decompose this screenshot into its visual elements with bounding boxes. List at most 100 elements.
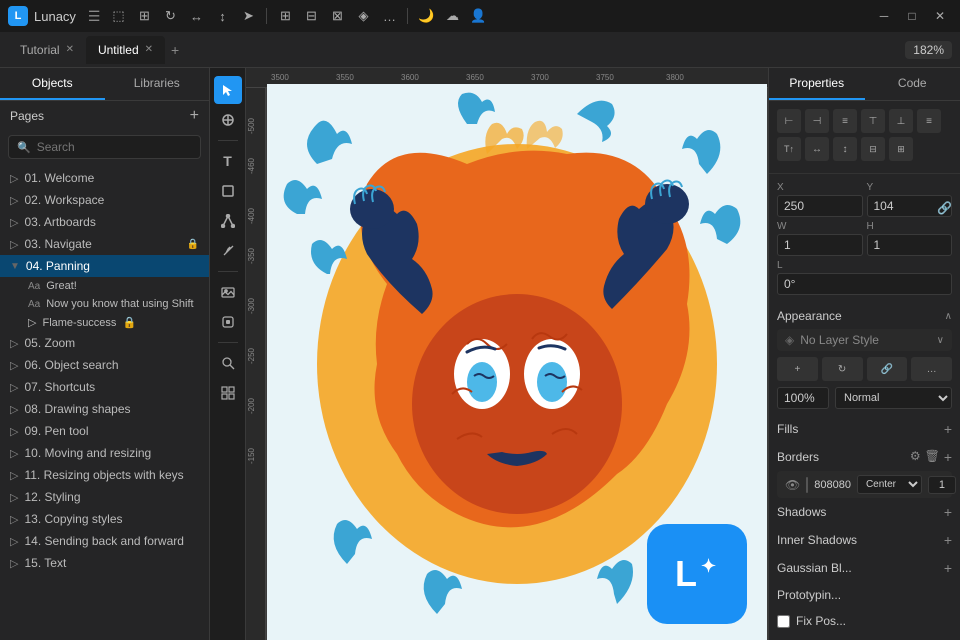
page-item[interactable]: ▷ 08. Drawing shapes [0, 398, 209, 420]
minimize-button[interactable]: ─ [872, 4, 896, 28]
x-input[interactable] [777, 195, 863, 217]
align-center-h-button[interactable]: ⊣ [805, 109, 829, 133]
align-right-button[interactable]: ≡ [833, 109, 857, 133]
page-item[interactable]: ▷ 06. Object search [0, 354, 209, 376]
borders-delete-icon[interactable]: 🗑 [925, 449, 940, 465]
shadows-add-button[interactable]: + [944, 504, 952, 520]
border-color-row[interactable]: 👁 808080 Center Inside Outside [777, 471, 952, 498]
tb-more-icon[interactable]: … [377, 4, 401, 28]
align-dist-v-button[interactable]: ⊞ [889, 137, 913, 161]
borders-settings-icon[interactable]: ⚙ [910, 449, 921, 465]
layer-style-chevron-icon[interactable]: ∨ [937, 335, 944, 346]
page-item[interactable]: ▷ 03. Navigate 🔒 [0, 233, 209, 255]
align-bottom-button[interactable]: ≡ [917, 109, 941, 133]
h-input[interactable] [867, 234, 953, 256]
page-item[interactable]: ▷ 01. Welcome [0, 167, 209, 189]
maximize-button[interactable]: □ [900, 4, 924, 28]
sub-item[interactable]: Aa Great! [0, 277, 209, 295]
tb-image-icon[interactable]: ⬚ [106, 4, 130, 28]
align-center-v-button[interactable]: ⊥ [889, 109, 913, 133]
tb-rotate-icon[interactable]: ↻ [158, 4, 182, 28]
page-label: 03. Artboards [24, 215, 95, 229]
text-transform-button[interactable]: T↑ [777, 137, 801, 161]
page-item-panning[interactable]: ▼ 04. Panning [0, 255, 209, 277]
add-style-button[interactable]: + [777, 357, 818, 381]
tb-flip-v-icon[interactable]: ↕ [210, 4, 234, 28]
w-input[interactable] [777, 234, 863, 256]
pen-tool-button[interactable] [214, 237, 242, 265]
page-item[interactable]: ▷ 15. Text [0, 552, 209, 574]
appearance-chevron-icon[interactable]: ∧ [945, 311, 952, 322]
align-dist-h-button[interactable]: ⊟ [861, 137, 885, 161]
page-item[interactable]: ▷ 03. Artboards [0, 211, 209, 233]
flip-v-button[interactable]: ↕ [833, 137, 857, 161]
tb-flip-h-icon[interactable]: ↔ [184, 4, 208, 28]
border-color-swatch[interactable] [806, 477, 808, 493]
rotation-input[interactable] [777, 273, 952, 295]
border-position-select[interactable]: Center Inside Outside [857, 475, 922, 494]
tab-tutorial-close[interactable]: ✕ [66, 44, 74, 55]
grid-tool-button[interactable] [214, 379, 242, 407]
tb-crop-icon[interactable]: ⊞ [132, 4, 156, 28]
page-item[interactable]: ▷ 13. Copying styles [0, 508, 209, 530]
pages-add-button[interactable]: + [190, 107, 199, 125]
inner-shadows-add-button[interactable]: + [944, 532, 952, 548]
zoom-tool-button[interactable] [214, 349, 242, 377]
sub-item-flame[interactable]: ▷ Flame-success 🔒 [0, 313, 209, 332]
tab-untitled-close[interactable]: ✕ [145, 44, 153, 55]
tab-tutorial[interactable]: Tutorial ✕ [8, 36, 86, 64]
tab-add-button[interactable]: + [165, 42, 185, 58]
search-input[interactable] [37, 140, 192, 154]
tab-untitled[interactable]: Untitled ✕ [86, 36, 165, 64]
tab-code[interactable]: Code [865, 68, 960, 100]
blend-mode-select[interactable]: Normal Multiply Screen Overlay [835, 387, 952, 409]
tab-libraries[interactable]: Libraries [105, 68, 210, 100]
fix-position-checkbox[interactable] [777, 615, 790, 628]
border-visibility-icon[interactable]: 👁 [785, 478, 800, 492]
page-item[interactable]: ▷ 12. Styling [0, 486, 209, 508]
hamburger-menu[interactable]: ☰ [88, 8, 101, 25]
opacity-input[interactable] [777, 387, 829, 409]
border-width-input[interactable] [928, 476, 956, 494]
page-item[interactable]: ▷ 11. Resizing objects with keys [0, 464, 209, 486]
page-item[interactable]: ▷ 02. Workspace [0, 189, 209, 211]
tab-properties[interactable]: Properties [769, 68, 865, 100]
tb-grid1-icon[interactable]: ⊞ [273, 4, 297, 28]
tb-cloud-icon[interactable]: ☁ [440, 4, 464, 28]
align-top-button[interactable]: ⊤ [861, 109, 885, 133]
close-button[interactable]: ✕ [928, 4, 952, 28]
canvas-area[interactable]: 3500 3550 3600 3650 3700 3750 3800 -500 … [246, 68, 768, 640]
vector-tool-button[interactable] [214, 207, 242, 235]
rotate-style-button[interactable]: ↻ [822, 357, 863, 381]
zoom-indicator[interactable]: 182% [905, 41, 952, 59]
sub-item[interactable]: Aa Now you know that using Shift [0, 295, 209, 313]
page-item[interactable]: ▷ 14. Sending back and forward [0, 530, 209, 552]
tb-mask-icon[interactable]: ⊠ [325, 4, 349, 28]
align-left-button[interactable]: ⊢ [777, 109, 801, 133]
fills-add-button[interactable]: + [944, 421, 952, 437]
select-tool-button[interactable] [214, 76, 242, 104]
layer-style-row[interactable]: ◈ No Layer Style ∨ [777, 329, 952, 351]
tab-objects[interactable]: Objects [0, 68, 105, 100]
gaussian-blur-add-button[interactable]: + [944, 560, 952, 576]
tb-arrow-icon[interactable]: ➤ [236, 4, 260, 28]
borders-add-button[interactable]: + [944, 449, 952, 465]
image-tool-button[interactable] [214, 278, 242, 306]
text-tool-button[interactable]: T [214, 147, 242, 175]
page-item[interactable]: ▷ 10. Moving and resizing [0, 442, 209, 464]
tb-component-icon[interactable]: ◈ [351, 4, 375, 28]
more-style-button[interactable]: … [911, 357, 952, 381]
tb-dark-mode-icon[interactable]: 🌙 [414, 4, 438, 28]
tb-user-icon[interactable]: 👤 [466, 4, 490, 28]
page-item[interactable]: ▷ 09. Pen tool [0, 420, 209, 442]
page-item[interactable]: ▷ 07. Shortcuts [0, 376, 209, 398]
link-dimensions-icon[interactable]: 🔗 [937, 201, 952, 215]
hotspot-tool-button[interactable] [214, 308, 242, 336]
text-icon: Aa [28, 281, 40, 292]
tb-grid2-icon[interactable]: ⊟ [299, 4, 323, 28]
link-style-button[interactable]: 🔗 [867, 357, 908, 381]
page-item[interactable]: ▷ 05. Zoom [0, 332, 209, 354]
scale-tool-button[interactable] [214, 106, 242, 134]
rectangle-tool-button[interactable] [214, 177, 242, 205]
flip-h-button[interactable]: ↔ [805, 137, 829, 161]
